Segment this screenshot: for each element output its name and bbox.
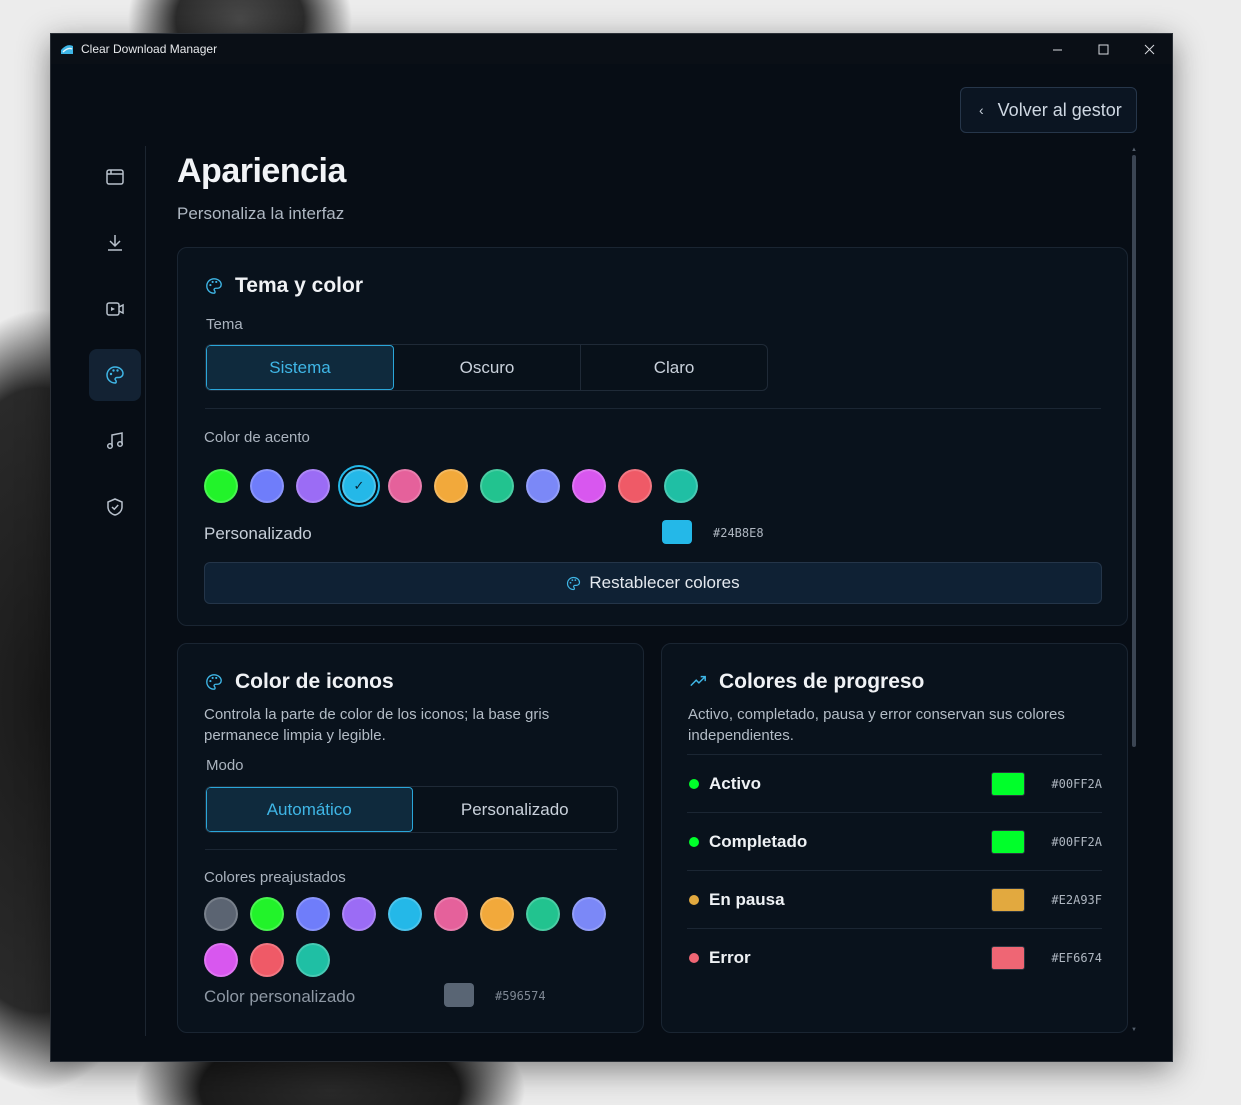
divider xyxy=(205,849,617,850)
preset-swatch[interactable] xyxy=(342,897,376,931)
shield-check-icon xyxy=(107,498,123,516)
custom-icon-hex: #596574 xyxy=(495,989,546,1003)
icon-card-title-text: Color de iconos xyxy=(235,670,394,693)
progress-color-row: Activo #00FF2A xyxy=(687,754,1102,812)
accent-swatch[interactable] xyxy=(434,469,468,503)
preset-swatch[interactable] xyxy=(388,897,422,931)
theme-selector: Sistema Oscuro Claro xyxy=(205,344,768,391)
sidebar-item-security[interactable] xyxy=(89,481,141,533)
divider xyxy=(205,408,1101,409)
custom-icon-color-picker[interactable] xyxy=(444,983,474,1007)
sidebar-item-video[interactable] xyxy=(89,283,141,335)
mode-label: Modo xyxy=(206,757,244,774)
preset-swatch[interactable] xyxy=(296,943,330,977)
check-icon: ✓ xyxy=(353,478,365,493)
reset-colors-button[interactable]: Restablecer colores xyxy=(204,562,1102,604)
sidebar-item-appearance[interactable] xyxy=(89,349,141,401)
accent-swatch[interactable] xyxy=(618,469,652,503)
progress-card-title: Colores de progreso xyxy=(689,670,924,694)
preset-swatch[interactable] xyxy=(480,897,514,931)
accent-swatch[interactable] xyxy=(388,469,422,503)
page-title: Apariencia xyxy=(177,152,346,190)
app-window: Clear Download Manager ‹ Volver al gesto… xyxy=(50,33,1173,1062)
accent-swatch[interactable] xyxy=(480,469,514,503)
progress-color-picker[interactable] xyxy=(991,888,1025,912)
preset-swatch[interactable] xyxy=(296,897,330,931)
preset-swatch[interactable] xyxy=(204,943,238,977)
palette-icon xyxy=(206,674,222,690)
video-icon xyxy=(106,302,124,316)
progress-color-hex: #00FF2A xyxy=(1051,777,1102,791)
custom-accent-hex: #24B8E8 xyxy=(713,526,764,540)
accent-color-label: Color de acento xyxy=(204,429,310,446)
preset-swatch[interactable] xyxy=(250,943,284,977)
preset-swatch[interactable] xyxy=(526,897,560,931)
mode-option-personalizado[interactable]: Personalizado xyxy=(413,787,618,832)
icon-mode-selector: Automático Personalizado xyxy=(205,786,618,833)
preset-swatch[interactable] xyxy=(572,897,606,931)
theme-color-card: Tema y color Tema Sistema Oscuro Claro C… xyxy=(177,247,1128,626)
progress-color-hex: #E2A93F xyxy=(1051,893,1102,907)
accent-swatch[interactable] xyxy=(664,469,698,503)
palette-icon xyxy=(106,366,124,384)
theme-option-claro[interactable]: Claro xyxy=(581,345,767,390)
custom-icon-color-label: Color personalizado xyxy=(204,987,356,1006)
theme-card-title: Tema y color xyxy=(205,274,363,298)
preset-swatch[interactable] xyxy=(250,897,284,931)
preset-swatch[interactable] xyxy=(434,897,468,931)
icon-color-card: Color de iconos Controla la parte de col… xyxy=(177,643,644,1033)
progress-card-description: Activo, completado, pausa y error conser… xyxy=(688,706,1065,744)
progress-status-name: Completado xyxy=(709,832,808,851)
browser-window-icon xyxy=(106,169,124,185)
status-dot xyxy=(689,837,699,847)
theme-option-sistema[interactable]: Sistema xyxy=(206,345,394,390)
palette-icon xyxy=(567,576,581,590)
accent-swatch[interactable]: ✓ xyxy=(342,469,376,503)
preset-swatch[interactable] xyxy=(204,897,238,931)
sidebar-item-downloads[interactable] xyxy=(89,217,141,269)
trending-up-icon xyxy=(690,675,706,687)
sidebar-item-general[interactable] xyxy=(89,151,141,203)
accent-swatch[interactable] xyxy=(204,469,238,503)
progress-color-hex: #EF6674 xyxy=(1051,951,1102,965)
theme-card-title-text: Tema y color xyxy=(235,274,363,297)
sidebar-nav xyxy=(89,146,146,1036)
progress-color-row: Error #EF6674 xyxy=(687,928,1102,986)
progress-color-row: En pausa #E2A93F xyxy=(687,870,1102,928)
icon-card-title: Color de iconos xyxy=(205,670,394,694)
custom-accent-color-picker[interactable] xyxy=(662,520,692,544)
custom-accent-label: Personalizado xyxy=(204,524,312,543)
app-logo-icon xyxy=(61,45,73,54)
status-dot xyxy=(689,895,699,905)
progress-color-picker[interactable] xyxy=(991,830,1025,854)
reset-colors-label: Restablecer colores xyxy=(589,573,740,592)
progress-color-picker[interactable] xyxy=(991,772,1025,796)
status-dot xyxy=(689,953,699,963)
accent-swatch[interactable] xyxy=(572,469,606,503)
progress-status-name: En pausa xyxy=(709,890,785,909)
status-dot xyxy=(689,779,699,789)
sidebar-item-audio[interactable] xyxy=(89,415,141,467)
progress-status-name: Activo xyxy=(709,774,761,793)
music-icon xyxy=(106,432,124,450)
accent-swatch[interactable] xyxy=(250,469,284,503)
progress-status-name: Error xyxy=(709,948,751,967)
main-content: Apariencia Personaliza la interfaz Tema … xyxy=(177,34,1172,1061)
progress-colors-card: Colores de progreso Activo, completado, … xyxy=(661,643,1128,1033)
page-subtitle: Personaliza la interfaz xyxy=(177,204,345,223)
mode-option-automatico[interactable]: Automático xyxy=(206,787,413,832)
progress-color-row: Completado #00FF2A xyxy=(687,812,1102,870)
preset-colors-label: Colores preajustados xyxy=(204,869,346,886)
progress-card-title-text: Colores de progreso xyxy=(719,670,925,693)
download-icon xyxy=(108,235,122,251)
accent-swatch[interactable] xyxy=(526,469,560,503)
accent-swatch[interactable] xyxy=(296,469,330,503)
theme-option-oscuro[interactable]: Oscuro xyxy=(394,345,581,390)
palette-icon xyxy=(206,278,222,294)
progress-color-picker[interactable] xyxy=(991,946,1025,970)
progress-color-hex: #00FF2A xyxy=(1051,835,1102,849)
icon-card-description: Controla la parte de color de los iconos… xyxy=(204,706,550,744)
theme-label: Tema xyxy=(206,316,243,333)
